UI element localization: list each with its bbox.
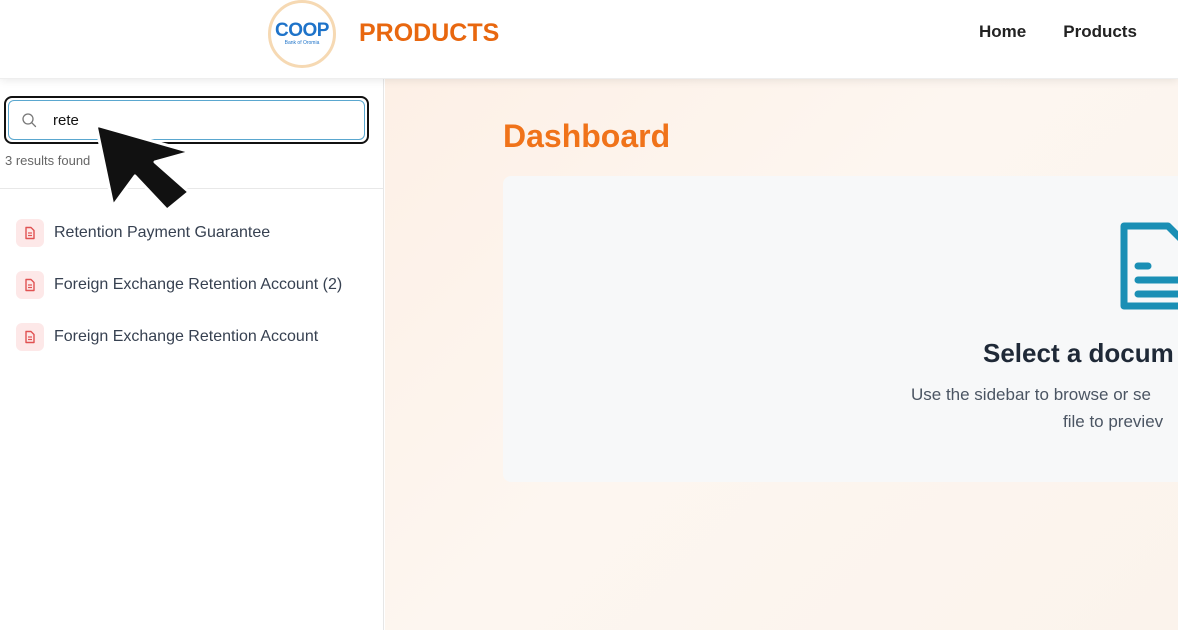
result-label: Foreign Exchange Retention Account (54, 328, 319, 345)
result-item-retention-payment-guarantee[interactable]: Retention Payment Guarantee (16, 219, 342, 247)
result-label: Foreign Exchange Retention Account (2) (54, 276, 343, 293)
top-nav: Home Products (979, 22, 1137, 42)
empty-state-description-line2: file to previev (1063, 412, 1164, 431)
result-item-fx-retention-account-2[interactable]: Foreign Exchange Retention Account (2) (16, 271, 342, 299)
empty-state-card: Select a docum Use the sidebar to browse… (503, 176, 1178, 482)
main-content: Dashboard Select a docum Use the sidebar… (385, 79, 1178, 630)
logo-text: COOP (275, 20, 329, 41)
document-icon (1120, 222, 1178, 310)
nav-link-home[interactable]: Home (979, 22, 1026, 42)
document-icon (16, 271, 44, 299)
mouse-cursor-icon (94, 123, 193, 212)
result-list: Retention Payment Guarantee Foreign Exch… (16, 219, 342, 375)
top-header: COOP Bank of Oromia PRODUCTS Home Produc… (0, 0, 1178, 79)
result-label: Retention Payment Guarantee (54, 224, 271, 241)
search-icon (22, 113, 37, 128)
brand-title: PRODUCTS (359, 19, 500, 47)
logo-subtext: Bank of Oromia (284, 40, 320, 46)
results-count: 3 results found (5, 153, 91, 168)
document-icon (16, 323, 44, 351)
logo[interactable]: COOP Bank of Oromia (268, 0, 336, 68)
document-icon (16, 219, 44, 247)
empty-state-heading: Select a docum (983, 338, 1174, 368)
page-title: Dashboard (503, 118, 671, 154)
empty-state-description: Use the sidebar to browse or se (911, 385, 1152, 404)
nav-link-products[interactable]: Products (1063, 22, 1137, 42)
result-item-fx-retention-account[interactable]: Foreign Exchange Retention Account (16, 323, 342, 351)
